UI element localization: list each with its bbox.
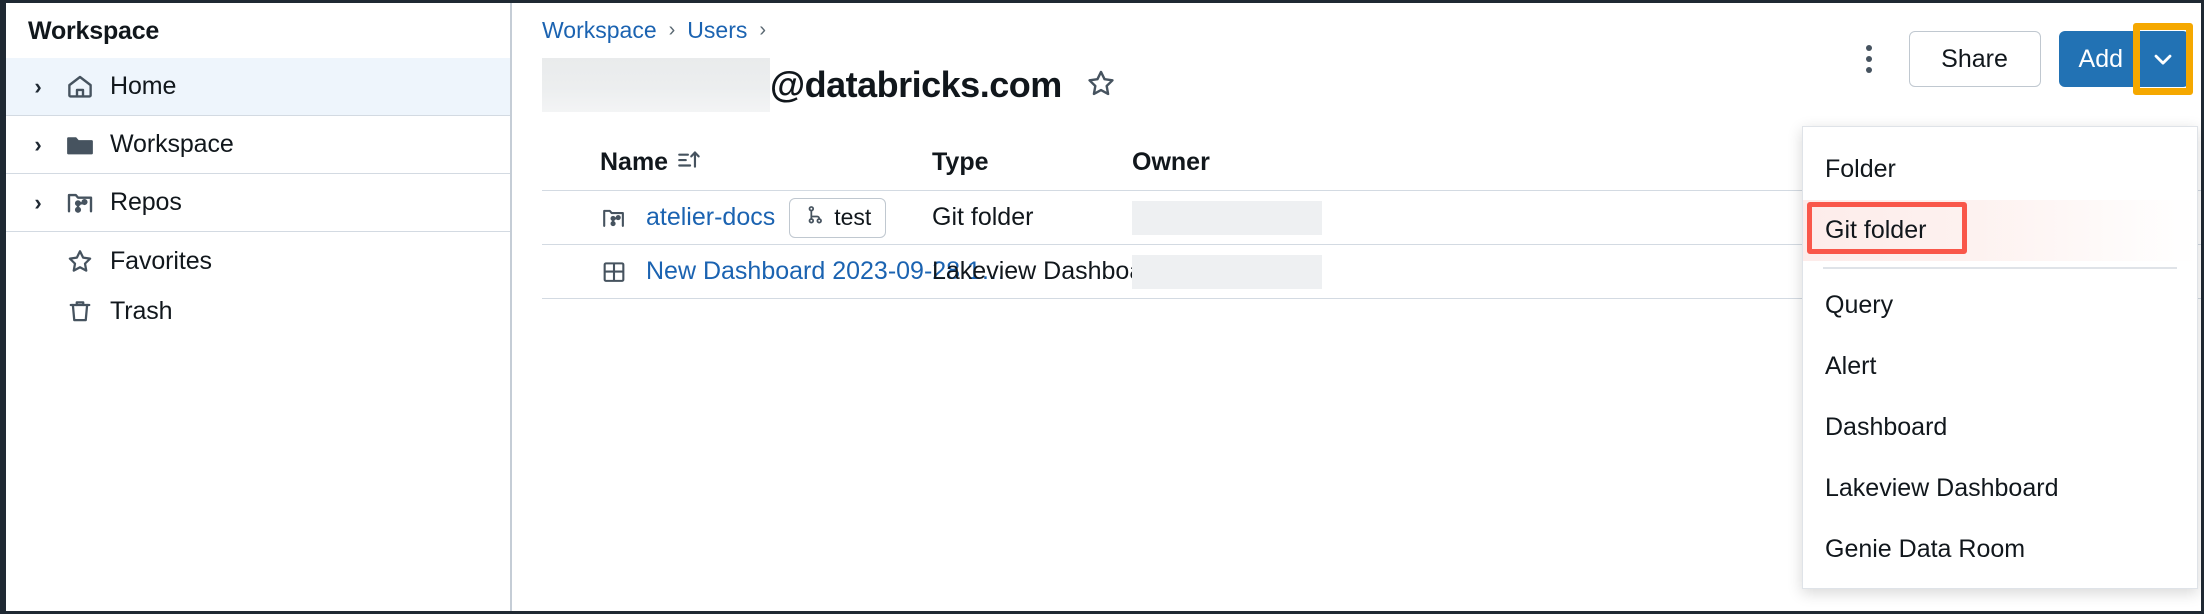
dot [1865,45,1872,51]
redacted-username-block [542,58,770,112]
page-title: @databricks.com [770,64,1062,105]
row-name-cell: atelier-docs test [542,197,932,238]
git-folder-icon [600,204,634,232]
share-button[interactable]: Share [1908,31,2041,87]
trash-icon [60,296,100,326]
chevron-right-icon: › [668,19,676,41]
sidebar-item-trash[interactable]: › Trash [6,286,510,336]
sidebar-item-label: Favorites [110,246,212,275]
star-outline-icon [1084,66,1118,105]
chevron-down-icon [2154,54,2172,65]
sidebar-item-label: Workspace [110,130,234,158]
add-dropdown-toggle[interactable] [2133,23,2193,95]
row-type-cell: Lakeview Dashboa… [932,257,1169,285]
add-dropdown-menu: Folder Git folder Query Alert Dashboard … [1802,126,2198,589]
menu-divider [1823,267,2177,269]
sidebar-item-favorites[interactable]: › Favorites [6,236,510,286]
chevron-right-icon: › [759,19,767,41]
sidebar-item-label: Home [110,72,177,100]
menu-item-lakeview-dashboard[interactable]: Lakeview Dashboard [1803,458,2197,519]
dot [1865,67,1872,73]
chevron-right-icon[interactable]: › [16,190,60,216]
menu-item-genie-data-room[interactable]: Genie Data Room [1803,519,2197,580]
add-button-group: Add [2058,23,2193,95]
row-name-link[interactable]: atelier-docs [646,203,775,232]
column-header-name-label: Name [600,148,669,176]
databricks-workspace-window: Workspace › Home › Workspace › Repos Fav… [0,0,2204,614]
dot [1865,56,1872,62]
more-vertical-icon[interactable] [1847,45,1891,73]
repo-icon [60,188,100,218]
header-actions: Share Add [1847,23,2193,95]
row-name-cell: New Dashboard 2023-09-28 1… [542,257,1006,286]
column-header-name[interactable]: Name [542,146,932,179]
sidebar-title: Workspace [28,17,160,45]
main-content: Workspace › Users › @databricks.com Shar… [514,3,2201,611]
row-owner-cell [1132,254,1392,289]
git-branch-icon [804,204,826,232]
git-branch-badge-label: test [834,204,872,230]
dashboard-icon [600,258,634,286]
sidebar-item-workspace[interactable]: › Workspace [6,116,510,174]
redacted-owner-block [1132,254,1322,289]
menu-item-alert[interactable]: Alert [1803,336,2197,397]
menu-item-git-folder[interactable]: Git folder [1803,200,2197,261]
menu-item-dashboard[interactable]: Dashboard [1803,397,2197,458]
menu-item-folder[interactable]: Folder [1803,139,2197,200]
row-type-cell: Git folder [932,203,1034,231]
git-branch-badge[interactable]: test [789,197,887,238]
redacted-owner-block [1132,200,1322,235]
sidebar-item-label: Repos [110,188,182,216]
star-icon [60,246,100,276]
sidebar-item-label: Trash [110,296,173,325]
sidebar-item-repos[interactable]: › Repos [6,174,510,232]
breadcrumb-item-workspace[interactable]: Workspace [542,17,657,44]
menu-item-git-folder-label: Git folder [1825,216,1927,244]
column-header-owner[interactable]: Owner [1132,148,1392,177]
row-owner-cell [1132,200,1392,235]
add-button[interactable]: Add [2059,31,2137,87]
sidebar: Workspace › Home › Workspace › Repos Fav… [6,3,512,611]
favorite-star-button[interactable] [1084,66,1118,105]
column-header-type[interactable]: Type [932,148,1132,177]
sidebar-item-home[interactable]: › Home [6,58,510,116]
home-icon [60,72,100,102]
menu-item-query[interactable]: Query [1803,275,2197,336]
chevron-right-icon[interactable]: › [16,132,60,158]
sort-ascending-icon[interactable] [676,146,702,179]
breadcrumb-item-users[interactable]: Users [687,17,747,44]
folder-icon [60,130,100,160]
chevron-right-icon[interactable]: › [16,74,60,100]
